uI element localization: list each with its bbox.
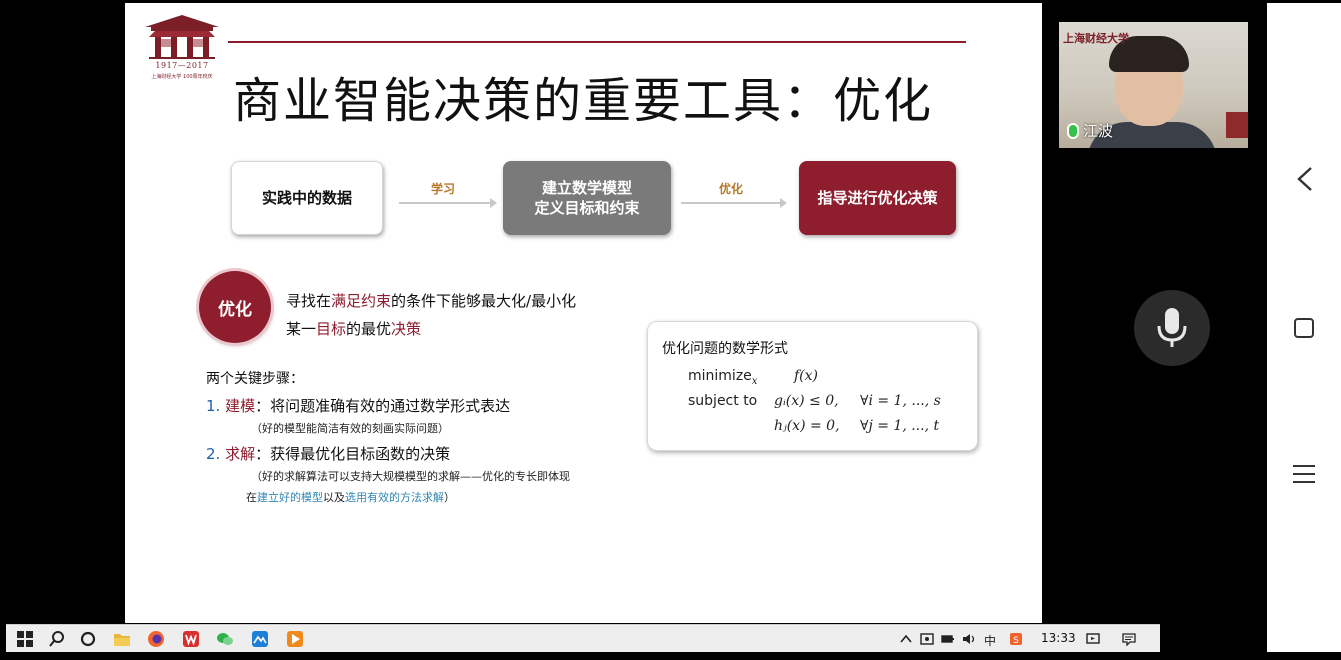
step-number: 2. [206,445,226,463]
phone-navigation-bar [1267,3,1341,652]
ime-indicator[interactable]: 中 [984,632,996,648]
definition-text: 的条件下能够最大化/最小化 [391,292,577,310]
definition-line-2: 某一目标的最优决策 [286,318,421,339]
step-text: ：获得最优化目标函数的决策 [255,445,451,463]
wechat-icon[interactable] [216,630,234,648]
battery-icon[interactable] [941,632,955,646]
chevron-up-icon[interactable] [899,632,913,646]
optimization-badge-label: 优化 [218,299,252,320]
step-modeling-note: （好的模型能简洁有效的刻画实际问题） [251,422,449,435]
flow-box-model: 建立数学模型 定义目标和约束 [503,161,671,235]
note-highlight-method: 选用有效的方法求解 [345,491,444,504]
step-name: 建模 [225,397,256,415]
definition-highlight-decision: 决策 [391,320,422,338]
title-divider [228,41,966,43]
flow-box-data: 实践中的数据 [231,161,383,235]
math-formulation-box: 优化问题的数学形式 minimizex f(x) subject to gᵢ(x… [647,321,978,451]
presenter-video[interactable]: 上海财经大学 江波 [1059,22,1248,148]
flow-arrow-learn [399,198,497,208]
logo-caption: 上海财经大学 100周年校庆 [151,74,213,80]
math-heading: 优化问题的数学形式 [662,341,788,357]
presentation-slide: 1917—2017 上海财经大学 100周年校庆 商业智能决策的重要工具：优化 … [125,3,1042,623]
math-constraint-ineq-quantifier: ∀i = 1, ..., s [860,393,941,409]
note-text: 以及 [323,491,345,504]
display-icon[interactable] [1086,632,1100,646]
definition-highlight-objective: 目标 [316,320,347,338]
presenter-name: 江波 [1083,122,1114,140]
screen-capture-icon[interactable] [920,632,934,646]
flow-arrow-learn-label: 学习 [431,182,456,196]
background-building [1226,112,1248,138]
svg-text:S: S [1013,636,1019,646]
microphone-icon [1157,308,1187,347]
note-text: ） [444,491,455,504]
recent-apps-icon[interactable] [1294,318,1314,338]
step-text: ：将问题准确有效的通过数学形式表达 [255,397,511,415]
flow-arrow-optimize-label: 优化 [719,182,744,196]
wps-icon[interactable] [182,630,200,648]
note-highlight-model: 建立好的模型 [257,491,323,504]
math-minimize-row: minimizex [688,368,757,387]
definition-line-1: 寻找在满足约束的条件下能够最大化/最小化 [286,290,576,311]
step-solving-note-line2: 在建立好的模型以及选用有效的方法求解） [246,489,455,505]
mic-active-icon [1067,122,1079,139]
definition-text: 的最优 [346,320,392,338]
app-icon[interactable] [251,630,269,648]
math-subject-to: subject to [688,393,758,409]
definition-text: 某一 [286,320,317,338]
flow-box-decision-label: 指导进行优化决策 [817,189,938,207]
university-logo: 1917—2017 上海财经大学 100周年校庆 [141,13,223,85]
flow-box-model-line1: 建立数学模型 [541,179,632,197]
clock-time[interactable]: 13:33 [1041,631,1076,645]
gate-icon [145,15,219,59]
math-minimize-subscript: x [751,375,758,387]
step-name: 求解 [225,445,256,463]
notification-center-icon[interactable] [1122,632,1136,646]
firefox-icon[interactable] [147,630,165,648]
microphone-button[interactable] [1134,290,1210,366]
slide-title: 商业智能决策的重要工具：优化 [233,73,934,129]
windows-taskbar: 中 S 13:33 [6,624,1160,652]
math-constraint-eq: hⱼ(x) = 0, [774,418,840,434]
logo-years: 1917—2017 [155,61,209,70]
definition-highlight-constraint: 满足约束 [331,292,392,310]
flow-box-decision: 指导进行优化决策 [799,161,956,235]
back-icon[interactable] [1296,166,1314,192]
definition-text: 寻找在 [286,292,332,310]
step-number: 1. [206,397,226,415]
presenter-label: 江波 [1067,120,1113,141]
steps-heading: 两个关键步骤： [206,371,304,387]
step-modeling: 1. 建模：将问题准确有效的通过数学形式表达 [206,395,510,416]
volume-icon[interactable] [962,632,976,646]
video-logo: 上海财经大学 [1063,32,1129,45]
step-solving: 2. 求解：获得最优化目标函数的决策 [206,443,450,464]
math-constraint-eq-quantifier: ∀j = 1, ..., t [860,418,940,434]
video-player-icon[interactable] [286,630,304,648]
cortana-icon[interactable] [79,630,97,648]
flow-box-data-label: 实践中的数据 [261,189,352,207]
flow-arrow-optimize [681,198,787,208]
math-objective: f(x) [794,368,819,384]
sogou-input-icon[interactable]: S [1009,632,1023,646]
math-constraint-ineq: gᵢ(x) ≤ 0, [774,393,839,409]
math-minimize-keyword: minimize [688,368,752,384]
flow-box-model-line2: 定义目标和约束 [534,199,640,217]
note-text: 在 [246,491,257,504]
file-explorer-icon[interactable] [113,630,131,648]
optimization-badge: 优化 [199,271,271,343]
search-icon[interactable] [48,630,66,648]
step-solving-note-line1: （好的求解算法可以支持大规模模型的求解——优化的专长即体现 [251,470,570,483]
windows-start-icon[interactable] [16,630,34,648]
menu-icon[interactable] [1293,465,1315,483]
